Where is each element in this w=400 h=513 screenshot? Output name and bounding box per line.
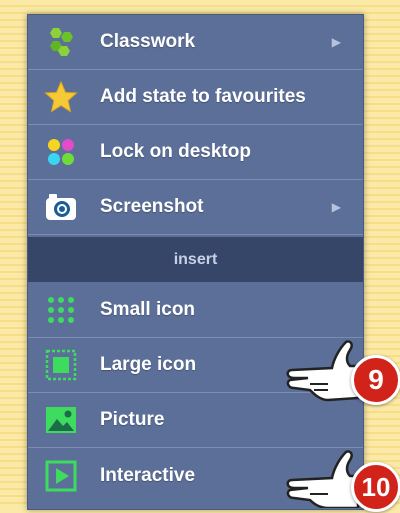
menu-item-label: Interactive [100, 464, 196, 486]
callout-badge-9: 9 [351, 355, 400, 405]
menu-item-label: Small icon [100, 299, 196, 320]
play-icon [44, 459, 78, 493]
section-header-insert: insert [28, 237, 363, 282]
menu-item-label: Picture [100, 409, 165, 430]
menu-item-label: Screenshot [100, 196, 204, 217]
menu-item-label: Classwork [100, 31, 196, 52]
picture-icon [44, 403, 78, 437]
menu-item-lock-desktop[interactable]: Lock on desktop [28, 125, 363, 180]
menu-item-label: Lock on desktop [100, 141, 251, 162]
menu-item-add-favourites[interactable]: Add state to favourites [28, 70, 363, 125]
menu-item-label: Add state to favourites [100, 86, 306, 107]
colored-dots-icon [44, 135, 78, 169]
dot-grid-icon [44, 293, 78, 327]
menu-item-screenshot[interactable]: Screenshot ▶ [28, 180, 363, 235]
menu-item-label: Large icon [100, 354, 197, 375]
context-menu: Classwork ▶ Add state to favourites Lock… [27, 14, 364, 510]
callout-badge-10: 10 [351, 462, 400, 512]
submenu-arrow-icon: ▶ [331, 35, 341, 49]
menu-item-small-icon[interactable]: Small icon [28, 283, 363, 338]
hexagon-cluster-icon [44, 25, 78, 59]
large-square-icon [44, 348, 78, 382]
menu-item-classwork[interactable]: Classwork ▶ [28, 15, 363, 70]
camera-icon [44, 190, 78, 224]
submenu-arrow-icon: ▶ [331, 200, 341, 214]
star-icon [44, 80, 78, 114]
